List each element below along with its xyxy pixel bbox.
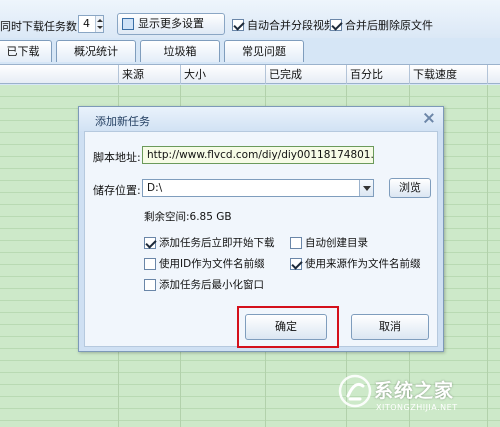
concurrent-tasks-label: 同时下载任务数: — [0, 20, 81, 33]
auto-merge-check-icon[interactable] — [232, 19, 244, 31]
grid-divider — [487, 85, 488, 427]
tab-downloaded[interactable]: 已下载 — [0, 40, 52, 62]
column-source[interactable]: 来源 — [118, 65, 180, 84]
column-extra[interactable] — [487, 65, 500, 84]
watermark-name: 系统之家 — [374, 380, 455, 402]
minimize-window-label: 添加任务后最小化窗口 — [159, 279, 264, 291]
id-prefix-check-icon[interactable] — [144, 257, 156, 270]
save-location-select[interactable]: D:\ — [142, 179, 374, 197]
tab-statistics[interactable]: 概况统计 — [56, 40, 136, 62]
dialog-title: 添加新任务 — [95, 115, 150, 128]
free-space-text: 剩余空间:6.85 GB — [144, 211, 232, 223]
auto-create-dir-checkbox[interactable]: 自动创建目录 — [290, 235, 368, 250]
start-immediately-check-icon[interactable] — [144, 236, 156, 249]
tab-trash[interactable]: 垃圾箱 — [140, 40, 220, 62]
spinner-arrows-icon[interactable] — [95, 16, 103, 32]
minimize-window-check-icon[interactable] — [144, 278, 156, 291]
show-more-settings-label: 显示更多设置 — [138, 17, 204, 30]
script-url-label: 脚本地址: — [93, 151, 141, 164]
start-immediately-label: 添加任务后立即开始下载 — [159, 237, 275, 249]
auto-create-dir-check-icon[interactable] — [290, 236, 302, 249]
cancel-button[interactable]: 取消 — [351, 314, 429, 340]
watermark-logo-icon — [338, 374, 372, 408]
id-prefix-label: 使用ID作为文件名前缀 — [159, 258, 265, 270]
watermark-url: XITONGZHIJIA.NET — [376, 403, 458, 412]
ok-button-highlight — [237, 306, 339, 348]
settings-icon — [122, 18, 134, 30]
concurrent-tasks-value: 4 — [83, 17, 90, 30]
column-completed[interactable]: 已完成 — [265, 65, 346, 84]
tab-faq[interactable]: 常见问题 — [224, 40, 304, 62]
browse-button[interactable]: 浏览 — [389, 178, 431, 198]
auto-merge-label: 自动合并分段视频 — [247, 19, 335, 32]
column-speed[interactable]: 下载速度 — [409, 65, 487, 84]
source-prefix-checkbox[interactable]: 使用来源作为文件名前缀 — [290, 256, 421, 271]
save-location-label: 储存位置: — [93, 184, 141, 197]
delete-after-merge-label: 合并后删除原文件 — [345, 19, 433, 32]
delete-after-merge-checkbox[interactable]: 合并后删除原文件 — [330, 17, 433, 33]
column-size[interactable]: 大小 — [180, 65, 265, 84]
save-location-value: D:\ — [147, 182, 163, 194]
delete-after-merge-check-icon[interactable] — [330, 19, 342, 31]
show-more-settings-button[interactable]: 显示更多设置 — [117, 13, 225, 35]
dialog-title-bar[interactable]: 添加新任务 — [79, 107, 443, 131]
settings-bar: 同时下载任务数: 4 显示更多设置 自动合并分段视频 合并后删除原文件 — [0, 0, 500, 38]
task-table-header: 来源 大小 已完成 百分比 下载速度 — [0, 64, 500, 84]
id-prefix-checkbox[interactable]: 使用ID作为文件名前缀 — [144, 256, 265, 271]
start-immediately-checkbox[interactable]: 添加任务后立即开始下载 — [144, 235, 275, 250]
minimize-window-checkbox[interactable]: 添加任务后最小化窗口 — [144, 277, 264, 292]
close-icon[interactable] — [423, 112, 435, 124]
auto-merge-checkbox[interactable]: 自动合并分段视频 — [232, 17, 335, 33]
chevron-down-icon[interactable] — [359, 180, 373, 196]
tab-bar: 已下载 概况统计 垃圾箱 常见问题 — [0, 40, 500, 62]
source-prefix-label: 使用来源作为文件名前缀 — [305, 258, 421, 270]
column-percent[interactable]: 百分比 — [346, 65, 409, 84]
concurrent-tasks-spinner[interactable]: 4 — [78, 15, 104, 33]
auto-create-dir-label: 自动创建目录 — [305, 237, 368, 249]
script-url-input[interactable]: http://www.flvcd.com/diy/diy00118174801.… — [142, 146, 374, 164]
source-prefix-check-icon[interactable] — [290, 257, 302, 270]
